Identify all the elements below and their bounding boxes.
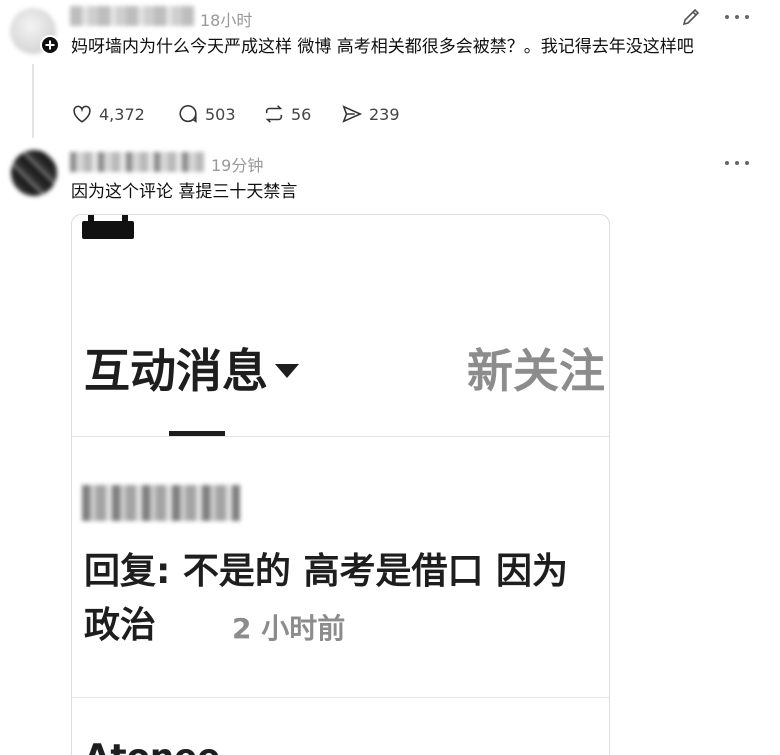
post-timestamp: 18小时 [200,11,253,30]
send-icon [341,103,363,125]
divider [72,436,609,437]
attached-screenshot[interactable]: 互动消息 新关注 回复: 不是的 高考是借口 因为政治 2 小时前 Atonee [71,214,610,755]
reply-count: 503 [205,104,236,124]
more-icon[interactable] [725,13,749,21]
reply-text: 因为这个评论 喜提三十天禁言 [71,182,298,202]
divider [72,697,609,698]
tab-label: 互动消息 [84,344,268,398]
like-button[interactable]: 4,372 [71,103,145,125]
share-button[interactable]: 239 [341,103,400,125]
pencil-icon[interactable] [680,6,702,28]
post-text: 妈呀墙内为什么今天严成这样 微博 高考相关都很多会被禁？。我记得去年没这样吧 [71,37,694,57]
plus-circle-icon[interactable] [40,35,60,55]
reply-button[interactable]: 503 [177,103,236,125]
avatar[interactable] [11,150,57,196]
more-icon[interactable] [725,159,749,167]
tab-interaction-messages[interactable]: 互动消息 [84,343,300,399]
reply-timestamp: 19分钟 [211,156,264,175]
username[interactable] [70,152,204,172]
next-message-preview: Atonee [84,737,220,755]
app-bar-glyph [82,215,134,239]
heart-icon [71,103,93,125]
caret-down-icon [274,362,300,380]
repost-count: 56 [291,104,312,124]
message-username[interactable] [82,485,240,521]
username[interactable] [70,6,194,26]
repost-button[interactable]: 56 [263,103,311,125]
repost-icon [263,103,285,125]
tab-new-followers[interactable]: 新关注 [467,343,605,399]
share-count: 239 [369,104,400,124]
thread-line [32,64,34,138]
message-timestamp: 2 小时前 [232,612,346,645]
comment-icon [177,103,199,125]
like-count: 4,372 [99,104,145,124]
